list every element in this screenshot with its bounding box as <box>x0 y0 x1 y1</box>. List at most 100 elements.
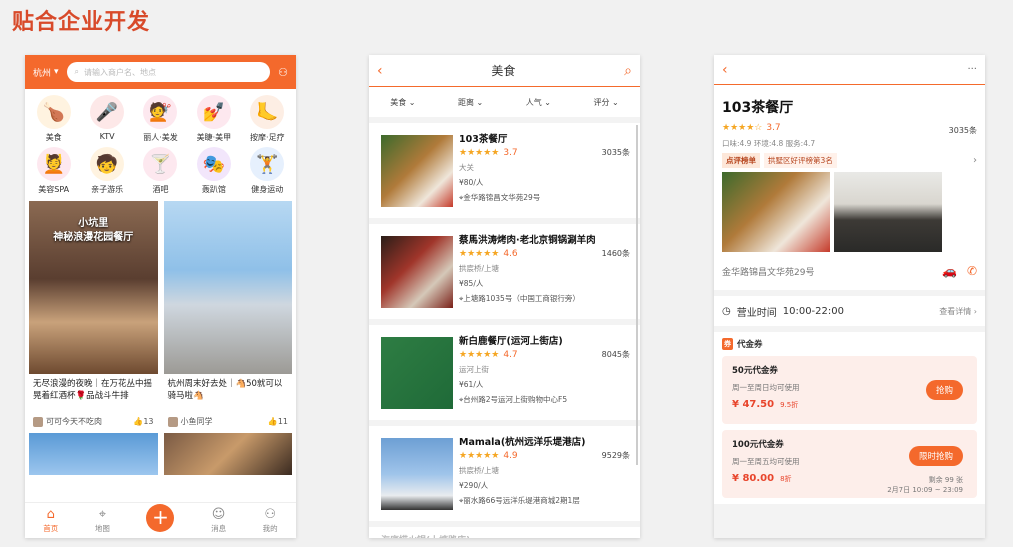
category-item[interactable]: 🧒 亲子游乐 <box>80 147 133 195</box>
category-icon: 💇 <box>143 95 178 129</box>
category-item[interactable]: 🎭 轰趴馆 <box>187 147 240 195</box>
category-icon: 🧒 <box>90 147 125 181</box>
category-label: KTV <box>99 132 115 141</box>
shop-header: 103茶餐厅 ★★★★☆ 3.7 3035条 口味:4.9 环境:4.8 服务:… <box>714 85 985 290</box>
filter-bar: 美食 ⌄ 距离 ⌄ 人气 ⌄ 评分 ⌄ <box>369 87 640 117</box>
star-rating-icon: ★★★★★ <box>459 350 500 360</box>
user-icon[interactable]: ⚇ <box>278 66 288 79</box>
category-item[interactable]: 🍗 美食 <box>27 95 80 143</box>
search-icon[interactable]: ⌕ <box>624 63 632 79</box>
voucher-header: 券 代金券 <box>722 338 977 350</box>
restaurant-price: ¥80/人 <box>459 178 484 187</box>
voucher-card[interactable]: 50元代金券 周一至周日均可使用 ¥ 47.50 9.5折 抢购 <box>722 356 977 424</box>
restaurant-area: 大关 <box>459 163 474 172</box>
shop-photo[interactable] <box>722 172 830 252</box>
home-icon: ⌂ <box>46 506 55 522</box>
tab-messages[interactable]: ☺ 消息 <box>211 508 226 534</box>
scrollbar[interactable] <box>636 125 638 465</box>
feed-user: 小鱼同学 <box>180 417 213 426</box>
review-count: 9529条 <box>601 451 630 460</box>
feed-meta: 可可今天不吃肉 👍13 <box>29 414 158 429</box>
tab-me[interactable]: ⚇ 我的 <box>263 508 278 534</box>
category-label: 健身运动 <box>251 185 284 194</box>
restaurant-address-text: 丽水路66号远洋乐堤港商城2期1层 <box>463 496 580 505</box>
buy-button[interactable]: 限时抢购 <box>908 446 963 466</box>
chevron-down-icon: ⌄ <box>476 97 484 107</box>
category-icon: 🍸 <box>143 147 178 181</box>
filter-dropdown[interactable]: 美食 ⌄ <box>390 97 415 108</box>
category-icon: 🏋 <box>250 147 285 181</box>
category-item[interactable]: 💆 美容SPA <box>27 147 80 195</box>
restaurant-card[interactable]: 蔡馬洪涛烤肉·老北京铜锅涮羊肉 ★★★★★ 4.6 1460条 拱宸桥/上塘 ¥… <box>369 224 640 319</box>
back-arrow-icon[interactable]: ‹ <box>722 62 728 78</box>
voucher-discount: 9.5折 <box>780 401 799 409</box>
feed-meta: 小鱼同学 👍11 <box>164 414 293 429</box>
restaurant-address-text: 上塘路1035号（中国工商银行旁） <box>463 294 580 303</box>
category-icon: 🎤 <box>90 95 125 129</box>
restaurant-card[interactable]: Mamala(杭州远洋乐堤港店) ★★★★★ 4.9 9529条 拱宸桥/上塘 … <box>369 426 640 521</box>
category-label: 美睫·美甲 <box>196 133 232 142</box>
rank-row[interactable]: 点评榜单 拱墅区好评榜第3名 › <box>722 153 977 168</box>
like-count[interactable]: 👍11 <box>268 417 288 426</box>
filter-dropdown[interactable]: 评分 ⌄ <box>594 97 619 108</box>
filter-dropdown[interactable]: 人气 ⌄ <box>526 97 551 108</box>
feed-card[interactable]: 杭州周末好去处｜🐴50就可以骑马啦🐴 小鱼同学 👍11 <box>163 201 293 429</box>
user-icon: ⚇ <box>264 506 276 522</box>
detail-nav-bar: ‹ ··· <box>714 55 985 85</box>
category-item[interactable]: 🦶 按摩·足疗 <box>241 95 294 143</box>
add-icon[interactable]: + <box>146 503 175 532</box>
shop-address[interactable]: 金华路锦昌文华苑29号 <box>722 265 814 278</box>
restaurant-address: ⌖金华路锦昌文华苑29号 <box>459 192 630 203</box>
category-item[interactable]: 🍸 酒吧 <box>134 147 187 195</box>
shop-photo[interactable] <box>834 172 942 252</box>
tab-map[interactable]: ⌖ 地图 <box>95 508 110 534</box>
restaurant-info: 新白鹿餐厅(运河上街店) ★★★★★ 4.7 8045条 运河上街 ¥61/人 … <box>459 333 630 414</box>
filter-dropdown[interactable]: 距离 ⌄ <box>458 97 483 108</box>
car-icon[interactable]: 🚗 <box>942 264 957 278</box>
city-label: 杭州 <box>33 68 52 79</box>
more-icon[interactable]: ··· <box>967 64 977 75</box>
category-label: 轰趴馆 <box>201 185 226 194</box>
restaurant-thumbnail <box>381 337 453 409</box>
voucher-card[interactable]: 100元代金券 周一至周五均可使用 ¥ 80.00 8折 限时抢购 剩余 99 … <box>722 430 977 498</box>
feed: 小坑里 神秘浪漫花园餐厅 无尽浪漫的夜晚｜在万花丛中摇晃着红酒杯🌹品战斗牛排 可… <box>25 197 296 429</box>
restaurant-price: ¥85/人 <box>459 279 484 288</box>
category-icon: 🎭 <box>196 147 231 181</box>
category-item[interactable]: 🏋 健身运动 <box>241 147 294 195</box>
search-input[interactable]: ⌕ 请输入商户名、地点 <box>66 62 271 82</box>
detail-screen: ‹ ··· 103茶餐厅 ★★★★☆ 3.7 3035条 口味:4.9 环境:4… <box>714 55 985 538</box>
hours-more-link[interactable]: 查看详情 › <box>939 306 977 317</box>
restaurant-info: 103茶餐厅 ★★★★★ 3.7 3035条 大关 ¥80/人 ⌖金华路锦昌文华… <box>459 131 630 212</box>
restaurant-card[interactable]: 新白鹿餐厅(运河上街店) ★★★★★ 4.7 8045条 运河上街 ¥61/人 … <box>369 325 640 420</box>
search-placeholder: 请输入商户名、地点 <box>84 67 157 77</box>
category-item[interactable]: 💇 丽人·美发 <box>134 95 187 143</box>
feed-text: 杭州周末好去处｜🐴50就可以骑马啦🐴 <box>167 379 283 401</box>
shop-title: 103茶餐厅 <box>722 100 794 116</box>
like-count[interactable]: 👍13 <box>133 417 153 426</box>
restaurant-address: ⌖丽水路66号远洋乐堤港商城2期1层 <box>459 495 630 506</box>
tab-label: 地图 <box>94 523 110 533</box>
shop-score: 3.7 <box>766 123 781 133</box>
feed-card[interactable]: 小坑里 神秘浪漫花园餐厅 无尽浪漫的夜晚｜在万花丛中摇晃着红酒杯🌹品战斗牛排 可… <box>29 201 158 429</box>
voucher-price: ¥ 47.50 <box>732 399 775 410</box>
tab-home[interactable]: ⌂ 首页 <box>43 508 58 534</box>
city-selector[interactable]: 杭州 ▾ <box>33 66 59 79</box>
category-item[interactable]: 🎤 KTV <box>80 95 133 143</box>
restaurant-card[interactable]: 103茶餐厅 ★★★★★ 3.7 3035条 大关 ¥80/人 ⌖金华路锦昌文华… <box>369 123 640 218</box>
feed-image[interactable] <box>163 433 292 475</box>
phone-icon[interactable]: ✆ <box>967 264 977 278</box>
restaurant-address-text: 金华路锦昌文华苑29号 <box>463 193 541 202</box>
buy-button[interactable]: 抢购 <box>925 380 963 400</box>
shop-rating: ★★★★☆ 3.7 <box>722 123 977 133</box>
restaurant-price: ¥290/人 <box>459 481 489 490</box>
feed-user: 可可今天不吃肉 <box>46 417 102 426</box>
category-item[interactable]: 💅 美睫·美甲 <box>187 95 240 143</box>
voucher-section: 券 代金券 50元代金券 周一至周日均可使用 ¥ 47.50 9.5折 抢购 1… <box>714 332 985 504</box>
review-count[interactable]: 3035条 <box>949 125 977 136</box>
hours-value: 10:00-22:00 <box>782 305 844 317</box>
feed-image[interactable] <box>29 433 158 475</box>
restaurant-card-partial[interactable]: 海底捞火锅(上塘路店) <box>369 527 640 538</box>
category-icon: 💆 <box>36 147 71 181</box>
rank-badge: 点评榜单 <box>722 153 760 168</box>
back-arrow-icon[interactable]: ‹ <box>377 63 383 79</box>
